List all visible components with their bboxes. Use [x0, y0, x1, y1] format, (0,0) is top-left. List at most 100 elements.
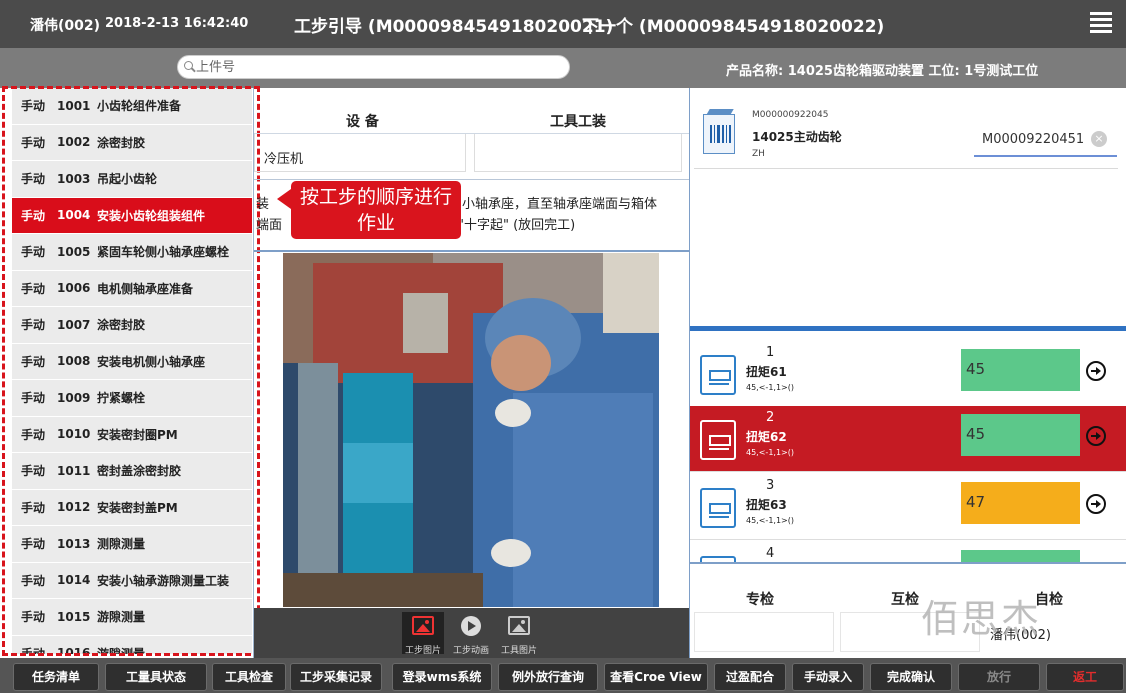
- step-name: 密封盖涂密封胶: [97, 464, 182, 479]
- step-item[interactable]: 手动 1003 吊起小齿轮: [12, 161, 252, 198]
- step-name: 安装小齿轮组装组件: [97, 208, 206, 223]
- measurement-value[interactable]: 45: [961, 414, 1080, 456]
- step-name: 涂密封胶: [97, 318, 146, 333]
- step-number: 1009: [57, 390, 91, 405]
- step-mode: 手动: [21, 646, 46, 654]
- toolbar-button[interactable]: 手动录入: [792, 663, 864, 691]
- search-bar: 产品名称: 14025齿轮箱驱动装置 工位: 1号测试工位: [0, 48, 1126, 88]
- toolbar-button[interactable]: 工具检查: [212, 663, 286, 691]
- step-name: 电机侧轴承座准备: [97, 281, 194, 296]
- clear-icon[interactable]: ×: [1091, 131, 1107, 147]
- toolbar-button[interactable]: 查看Croe View: [604, 663, 708, 691]
- inspection-section: 专检 互检 自检 潘伟(002): [690, 562, 1126, 658]
- search-input[interactable]: [196, 58, 556, 77]
- toolbar-button[interactable]: 例外放行查询: [498, 663, 598, 691]
- step-picture-button[interactable]: 工步图片: [402, 612, 444, 656]
- step-mode: 手动: [21, 354, 46, 369]
- step-item[interactable]: 手动 1010 安装密封圈PM: [12, 417, 252, 453]
- measurement-name: 扭矩61: [746, 365, 787, 379]
- measurement-range: 45,<-1,1>(): [746, 516, 794, 525]
- datetime: 2018-2-13 16:42:40: [105, 16, 249, 31]
- toolbar-button[interactable]: 放行: [958, 663, 1040, 691]
- toolbar-button[interactable]: 完成确认: [870, 663, 952, 691]
- serial-input[interactable]: [974, 125, 1084, 153]
- toolbar-button[interactable]: 任务清单: [13, 663, 99, 691]
- step-animation-button[interactable]: 工步动画: [450, 612, 492, 656]
- serial-field[interactable]: ×: [974, 125, 1117, 157]
- tool-picture-button[interactable]: 工具图片: [498, 612, 540, 656]
- step-name: 游隙测量: [97, 646, 146, 654]
- description-line1: 小轴承座，直至轴承座端面与箱体: [462, 197, 658, 212]
- measurement-row[interactable]: 3 扭矩63 45,<-1,1>() 47: [690, 474, 1126, 540]
- step-mode: 手动: [21, 245, 46, 260]
- step-item[interactable]: 手动 1005 紧固车轮侧小轴承座螺栓: [12, 234, 252, 271]
- step-number: 1001: [57, 98, 91, 113]
- arrow-circle-icon[interactable]: [1086, 494, 1106, 514]
- user-name: 潘伟(002): [30, 18, 101, 34]
- step-item[interactable]: 手动 1014 安装小轴承游隙测量工装: [12, 563, 252, 599]
- step-name: 吊起小齿轮: [97, 172, 158, 187]
- tool-picture-label: 工具图片: [500, 646, 537, 656]
- equipment-header: 设 备 工具工装: [254, 88, 690, 132]
- measurement-row[interactable]: 4: [690, 542, 1126, 562]
- measurement-value[interactable]: [961, 550, 1080, 562]
- measurement-seq: 2: [766, 410, 775, 425]
- step-mode: 手动: [21, 172, 46, 187]
- step-name: 小齿轮组件准备: [97, 99, 182, 114]
- step-number: 1015: [57, 609, 91, 624]
- bottom-toolbar: 任务清单 工量具状态 工具检查 工步采集记录 登录wms系统 例外放行查询 查看Croe V…: [0, 658, 1126, 693]
- document-icon: [700, 355, 736, 395]
- step-item[interactable]: 手动 1013 测隙测量: [12, 526, 252, 563]
- measurement-value[interactable]: 45: [961, 349, 1080, 391]
- arrow-circle-icon[interactable]: [1086, 426, 1106, 446]
- step-mode: 手动: [21, 537, 46, 552]
- step-guide-title: 工步引导 (M000098454918020021): [294, 17, 614, 37]
- toolbar-button[interactable]: 工步采集记录: [290, 663, 382, 691]
- step-number: 1011: [57, 463, 91, 478]
- step-item[interactable]: 手动 1007 涂密封胶: [12, 307, 252, 344]
- special-inspection-box[interactable]: [694, 612, 834, 652]
- document-icon: [700, 420, 736, 460]
- toolbar-button[interactable]: 登录wms系统: [392, 663, 492, 691]
- step-mode: 手动: [21, 610, 46, 625]
- measurement-value[interactable]: 47: [961, 482, 1080, 524]
- step-mode: 手动: [21, 500, 46, 515]
- step-number: 1004: [57, 208, 91, 223]
- step-name: 安装密封盖PM: [97, 500, 178, 515]
- step-number: 1016: [57, 646, 91, 654]
- step-number: 1006: [57, 281, 91, 296]
- step-mode: 手动: [21, 135, 46, 150]
- step-item[interactable]: 手动 1011 密封盖涂密封胶: [12, 453, 252, 490]
- toolbar-button[interactable]: 返工: [1046, 663, 1124, 691]
- measurement-row[interactable]: 2 扭矩62 45,<-1,1>() 45: [690, 406, 1126, 472]
- menu-icon[interactable]: [1090, 12, 1112, 33]
- step-item[interactable]: 手动 1009 拧紧螺栓: [12, 380, 252, 417]
- step-mode: 手动: [21, 281, 46, 296]
- step-item[interactable]: 手动 1006 电机侧轴承座准备: [12, 271, 252, 307]
- search-box[interactable]: [177, 55, 570, 79]
- step-number: 1014: [57, 573, 91, 588]
- step-item[interactable]: 手动 1001 小齿轮组件准备: [12, 88, 252, 125]
- toolbar-button[interactable]: 工量具状态: [105, 663, 207, 691]
- step-item[interactable]: 手动 1002 涂密封胶: [12, 125, 252, 161]
- step-name: 涂密封胶: [97, 135, 146, 150]
- step-mode: 手动: [21, 464, 46, 479]
- step-item[interactable]: 手动 1015 游隙测量: [12, 599, 252, 636]
- step-item[interactable]: 手动 1004 安装小齿轮组装组件: [12, 197, 252, 234]
- step-name: 测隙测量: [97, 537, 146, 552]
- step-item[interactable]: 手动 1008 安装电机侧小轴承座: [12, 344, 252, 380]
- arrow-circle-icon[interactable]: [1086, 361, 1106, 381]
- picture-icon: [412, 616, 434, 635]
- step-item[interactable]: 手动 1012 安装密封盖PM: [12, 490, 252, 526]
- step-number: 1002: [57, 135, 91, 150]
- part-unit: ZH: [752, 149, 765, 159]
- measurement-row[interactable]: 1 扭矩61 45,<-1,1>() 45: [690, 341, 1126, 407]
- special-inspection-label: 专检: [746, 592, 774, 608]
- step-photo: [283, 253, 659, 607]
- step-name: 安装密封圈PM: [97, 427, 178, 442]
- toolbar-button[interactable]: 过盈配合: [714, 663, 786, 691]
- equipment-value: 冷压机: [264, 152, 304, 167]
- next-step-link[interactable]: 下一个 (M000098454918020022): [582, 12, 884, 37]
- step-item[interactable]: 手动 1016 游隙测量: [12, 636, 252, 654]
- play-icon: [461, 616, 481, 636]
